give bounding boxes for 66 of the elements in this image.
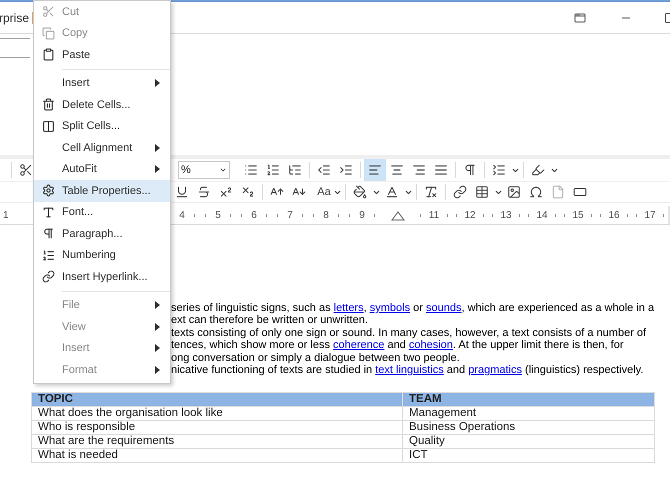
table-cell: Business Operations <box>402 420 654 435</box>
menu-item-icon <box>42 98 54 112</box>
ruler-number: 14 <box>536 208 548 222</box>
table-cell: Management <box>402 406 654 421</box>
menu-item[interactable]: Numbering <box>34 244 170 266</box>
menu-item-icon <box>42 120 54 133</box>
table-header-cell: TOPIC <box>32 392 402 407</box>
ruler-number: 16 <box>608 208 620 222</box>
caret-icon[interactable] <box>219 166 227 174</box>
menu-item-icon <box>42 184 54 198</box>
menu-item[interactable]: Cell Alignment <box>34 137 170 158</box>
table-header-cell: TEAM <box>402 392 654 407</box>
ruler-number: 12 <box>464 208 476 222</box>
indent-marker-icon[interactable] <box>391 209 405 221</box>
change-case-button[interactable]: Aa <box>316 184 332 200</box>
menu-item[interactable]: Split Cells... <box>34 116 170 137</box>
menu-item[interactable]: Font... <box>34 202 170 223</box>
link[interactable]: coherence <box>333 339 384 352</box>
text-field[interactable] <box>0 38 30 58</box>
menu-item[interactable]: Insert <box>34 72 170 94</box>
restore-icon[interactable] <box>574 12 586 24</box>
link[interactable]: text linguistics <box>375 364 444 376</box>
menu-item-icon <box>42 248 54 262</box>
link[interactable]: sounds <box>426 302 462 314</box>
ruler-number: 13 <box>500 208 512 222</box>
menu-item[interactable]: AutoFit <box>34 158 170 180</box>
menu-item-icon <box>42 48 54 62</box>
paragraph-line: tences, which show more or less coherence and cohesion. At the upper limit there is then, for <box>171 339 624 352</box>
ruler-number: 17 <box>644 208 656 222</box>
ruler-number: 9 <box>359 208 365 222</box>
menu-item[interactable]: Paste <box>34 44 170 66</box>
align-left-icon[interactable] <box>364 159 386 181</box>
ruler-number: 1 <box>3 208 10 222</box>
menu-item-icon <box>42 5 54 18</box>
paragraph-line: texts consisting of only one sign or sound. In many cases, however, a text consists of a number of <box>171 326 648 340</box>
link[interactable]: cohesion <box>408 339 453 352</box>
table-cell: What are the requirements <box>32 434 402 449</box>
table-cell: Who is responsible <box>32 420 402 435</box>
paragraph-line: nicative functioning of texts are studied in text linguistics and pragmatics (linguistics) respectively. <box>171 364 644 376</box>
table-cell: What is needed <box>32 448 402 463</box>
link[interactable]: pragmatics <box>468 364 522 376</box>
table-cell: Quality <box>402 434 654 449</box>
ruler-number: 6 <box>251 208 257 222</box>
menu-item-icon <box>42 26 54 40</box>
zoom-field[interactable]: % <box>178 161 230 179</box>
link[interactable]: letters <box>334 302 364 314</box>
menu-item[interactable]: Paragraph... <box>34 223 170 244</box>
ruler-number: 11 <box>428 208 440 222</box>
menu-item-icon <box>42 270 54 284</box>
menu-item[interactable]: Insert Hyperlink... <box>34 266 170 288</box>
menu-item[interactable]: Table Properties... <box>34 180 170 202</box>
window-title: rprise <box>0 10 30 26</box>
ruler-number: 5 <box>215 208 221 222</box>
ruler-number: 8 <box>323 208 329 222</box>
menu-item-icon <box>42 206 54 219</box>
paragraph-line: ong conversation or simply a dialogue between two people. <box>171 352 461 364</box>
ruler-number: 4 <box>179 208 185 222</box>
link[interactable]: symbols <box>370 302 410 314</box>
table-cell: ICT <box>402 448 654 463</box>
ruler-number: 7 <box>287 208 293 222</box>
menu-item-icon <box>42 227 54 240</box>
ruler-number: 15 <box>572 208 584 222</box>
table-cell: What does the organisation look like <box>32 406 402 421</box>
paragraph-line: series of linguistic signs, such as letters, symbols or sounds, which are experienced as a whole in a <box>171 302 656 314</box>
menu-item[interactable]: Delete Cells... <box>34 94 170 116</box>
paragraph-line: ext can therefore be written or unwritten. <box>171 314 369 327</box>
